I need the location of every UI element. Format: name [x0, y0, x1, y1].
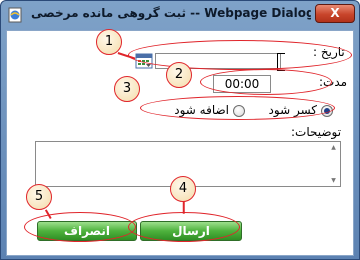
radio-deduct[interactable]: کسر شود	[259, 103, 335, 119]
ie-page-icon	[7, 7, 23, 23]
annotation-badge-5: 5	[26, 184, 52, 210]
radio-add-button[interactable]	[233, 105, 245, 117]
annotation-badge-3: 3	[114, 76, 140, 102]
notes-label: توضیحات:	[291, 125, 342, 139]
radio-deduct-button[interactable]	[321, 105, 333, 117]
radio-deduct-label: کسر شود	[268, 103, 317, 117]
title-bar: ثبت گروهی مانده مرخصی -- Webpage Dialog …	[1, 1, 359, 29]
date-label: تاریخ :	[313, 45, 345, 59]
send-button[interactable]: ارسال	[140, 221, 242, 241]
annotation-badge-4: 4	[170, 176, 196, 202]
scroll-up-arrow-icon[interactable]: ▲	[329, 144, 338, 151]
cancel-button[interactable]: انصراف	[37, 221, 137, 241]
text-cursor	[277, 53, 285, 71]
duration-label: مدت:	[319, 75, 348, 89]
close-button[interactable]: X	[315, 4, 355, 23]
duration-field[interactable]: 00:00	[213, 75, 271, 93]
window-title: ثبت گروهی مانده مرخصی -- Webpage Dialog	[31, 6, 311, 20]
annotation-badge-2: 2	[166, 62, 192, 88]
dialog-window: ثبت گروهی مانده مرخصی -- Webpage Dialog …	[0, 0, 360, 260]
radio-add[interactable]: اضافه شود	[167, 103, 251, 119]
radio-add-label: اضافه شود	[174, 103, 229, 117]
annotation-badge-1: 1	[96, 29, 122, 55]
scroll-down-arrow-icon[interactable]: ▼	[329, 177, 338, 184]
calendar-icon[interactable]	[135, 52, 153, 70]
